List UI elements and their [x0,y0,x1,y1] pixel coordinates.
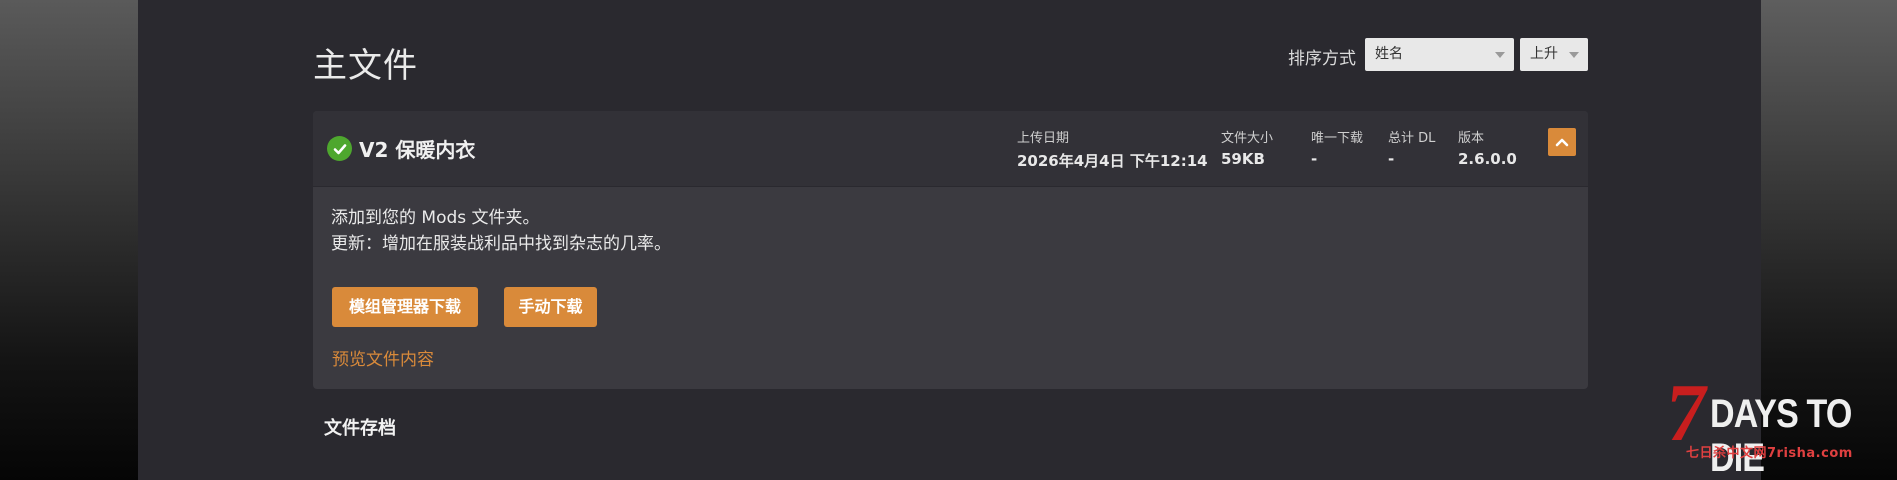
meta-value: 59KB [1221,150,1265,168]
meta-unique-downloads: 唯一下载 - [1311,127,1363,168]
meta-file-size: 文件大小 59KB [1221,127,1273,168]
file-name: V2 保暖内衣 [359,138,476,162]
meta-value: 2026年4月4日 下午12:14 [1017,152,1208,170]
file-card: V2 保暖内衣 上传日期 2026年4月4日 下午12:14 文件大小 59KB… [313,111,1588,389]
meta-total-downloads: 总计 DL - [1388,127,1435,168]
sort-label: 排序方式 [1288,49,1356,69]
check-circle-icon [327,136,352,161]
collapse-button[interactable] [1548,128,1576,156]
caret-down-icon [1569,52,1579,58]
sort-field-select[interactable]: 姓名 [1365,38,1514,71]
meta-label: 上传日期 [1017,131,1070,146]
meta-value: 2.6.0.0 [1458,150,1517,168]
manual-download-button[interactable]: 手动下载 [504,287,597,327]
mod-manager-download-button[interactable]: 模组管理器下载 [332,287,478,327]
logo-subtitle: 七日杀中文网7risha.com [1686,446,1853,461]
caret-down-icon [1495,52,1505,58]
site-logo: 7 DAYS TO DIE 七日杀中文网7risha.com [1660,367,1890,480]
description-line: 添加到您的 Mods 文件夹。 [331,208,540,228]
chevron-up-icon [1555,138,1569,147]
meta-label: 版本 [1458,131,1485,146]
meta-label: 文件大小 [1221,131,1274,146]
sort-field-value: 姓名 [1375,46,1403,62]
meta-label: 唯一下载 [1311,131,1364,146]
file-header[interactable]: V2 保暖内衣 上传日期 2026年4月4日 下午12:14 文件大小 59KB… [313,111,1588,187]
page-title: 主文件 [313,46,418,86]
preview-file-contents-link[interactable]: 预览文件内容 [332,345,434,370]
meta-value: - [1388,150,1395,168]
meta-label: 总计 DL [1388,131,1436,146]
meta-version: 版本 2.6.0.0 [1458,127,1517,168]
sort-order-value: 上升 [1530,46,1558,62]
description-line: 更新：增加在服装战利品中找到杂志的几率。 [331,234,671,254]
sort-order-select[interactable]: 上升 [1520,38,1588,71]
archive-title: 文件存档 [324,418,396,439]
background-left [0,0,138,480]
file-description: 添加到您的 Mods 文件夹。 更新：增加在服装战利品中找到杂志的几率。 [331,205,671,257]
meta-upload-date: 上传日期 2026年4月4日 下午12:14 [1017,127,1208,171]
meta-value: - [1311,150,1318,168]
logo-text: DAYS TO DIE [1710,392,1852,480]
